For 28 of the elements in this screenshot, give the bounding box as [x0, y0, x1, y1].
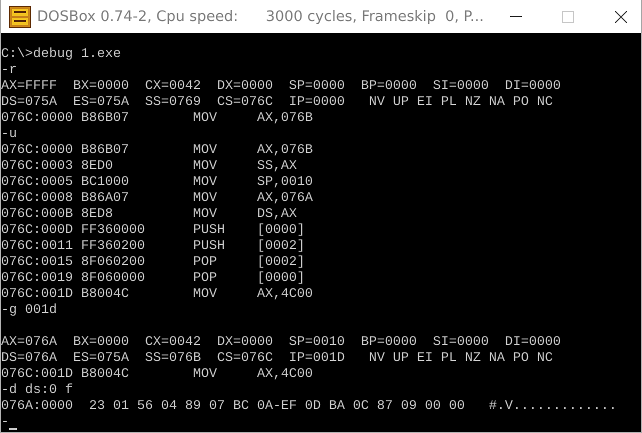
terminal-line: 076C:000D FF360000 PUSH [0000] [1, 223, 305, 239]
terminal-line: C:\>debug 1.exe [1, 47, 121, 63]
terminal-line: 076C:001D B8004C MOV AX,4C00 [1, 367, 313, 383]
terminal-line: -r [1, 63, 17, 79]
terminal-line: 076A:0000 23 01 56 04 89 07 BC 0A-EF 0D BA 0C 87 09 00 00 #.V............. [1, 399, 617, 415]
minimize-icon [510, 16, 522, 18]
terminal-line: AX=076A BX=0000 CX=0042 DX=0000 SP=0010 BP=0000 SI=0000 DI=0000 [1, 335, 561, 351]
terminal-line: 076C:0008 B86A07 MOV AX,076A [1, 191, 313, 207]
app-icon [9, 6, 31, 28]
terminal-line: DS=076A ES=075A SS=076B CS=076C IP=001D NV UP EI PL NZ NA PO NC [1, 351, 553, 367]
terminal-line: 076C:0011 FF360200 PUSH [0002] [1, 239, 305, 255]
maximize-icon [562, 10, 574, 22]
terminal-line: 076C:0005 BC1000 MOV SP,0010 [1, 175, 313, 191]
window-title: DOSBox 0.74-2, Cpu speed: 3000 cycles, Frameskip 0, P... [37, 8, 484, 24]
terminal-line: -g 001d [1, 303, 57, 319]
terminal-line: 076C:0015 8F060200 POP [0002] [1, 255, 305, 271]
terminal-line: DS=075A ES=075A SS=0769 CS=076C IP=0000 NV UP EI PL NZ NA PO NC [1, 95, 553, 111]
terminal-line: 076C:0000 B86B07 MOV AX,076B [1, 111, 313, 127]
terminal-line: 076C:0003 8ED0 MOV SS,AX [1, 159, 297, 175]
terminal-line: 076C:0019 8F060000 POP [0000] [1, 271, 305, 287]
terminal-line: 076C:0000 B86B07 MOV AX,076B [1, 143, 313, 159]
command-prompt: - [1, 415, 9, 431]
terminal-line: -d ds:0 f [1, 383, 73, 399]
close-icon [614, 10, 627, 22]
terminal-line: 076C:001D B8004C MOV AX,4C00 [1, 287, 313, 303]
terminal-line: AX=FFFF BX=0000 CX=0042 DX=0000 SP=0000 BP=0000 SI=0000 DI=0000 [1, 79, 561, 95]
terminal-line: -u [1, 127, 17, 143]
terminal-line: 076C:000B 8ED8 MOV DS,AX [1, 207, 297, 223]
